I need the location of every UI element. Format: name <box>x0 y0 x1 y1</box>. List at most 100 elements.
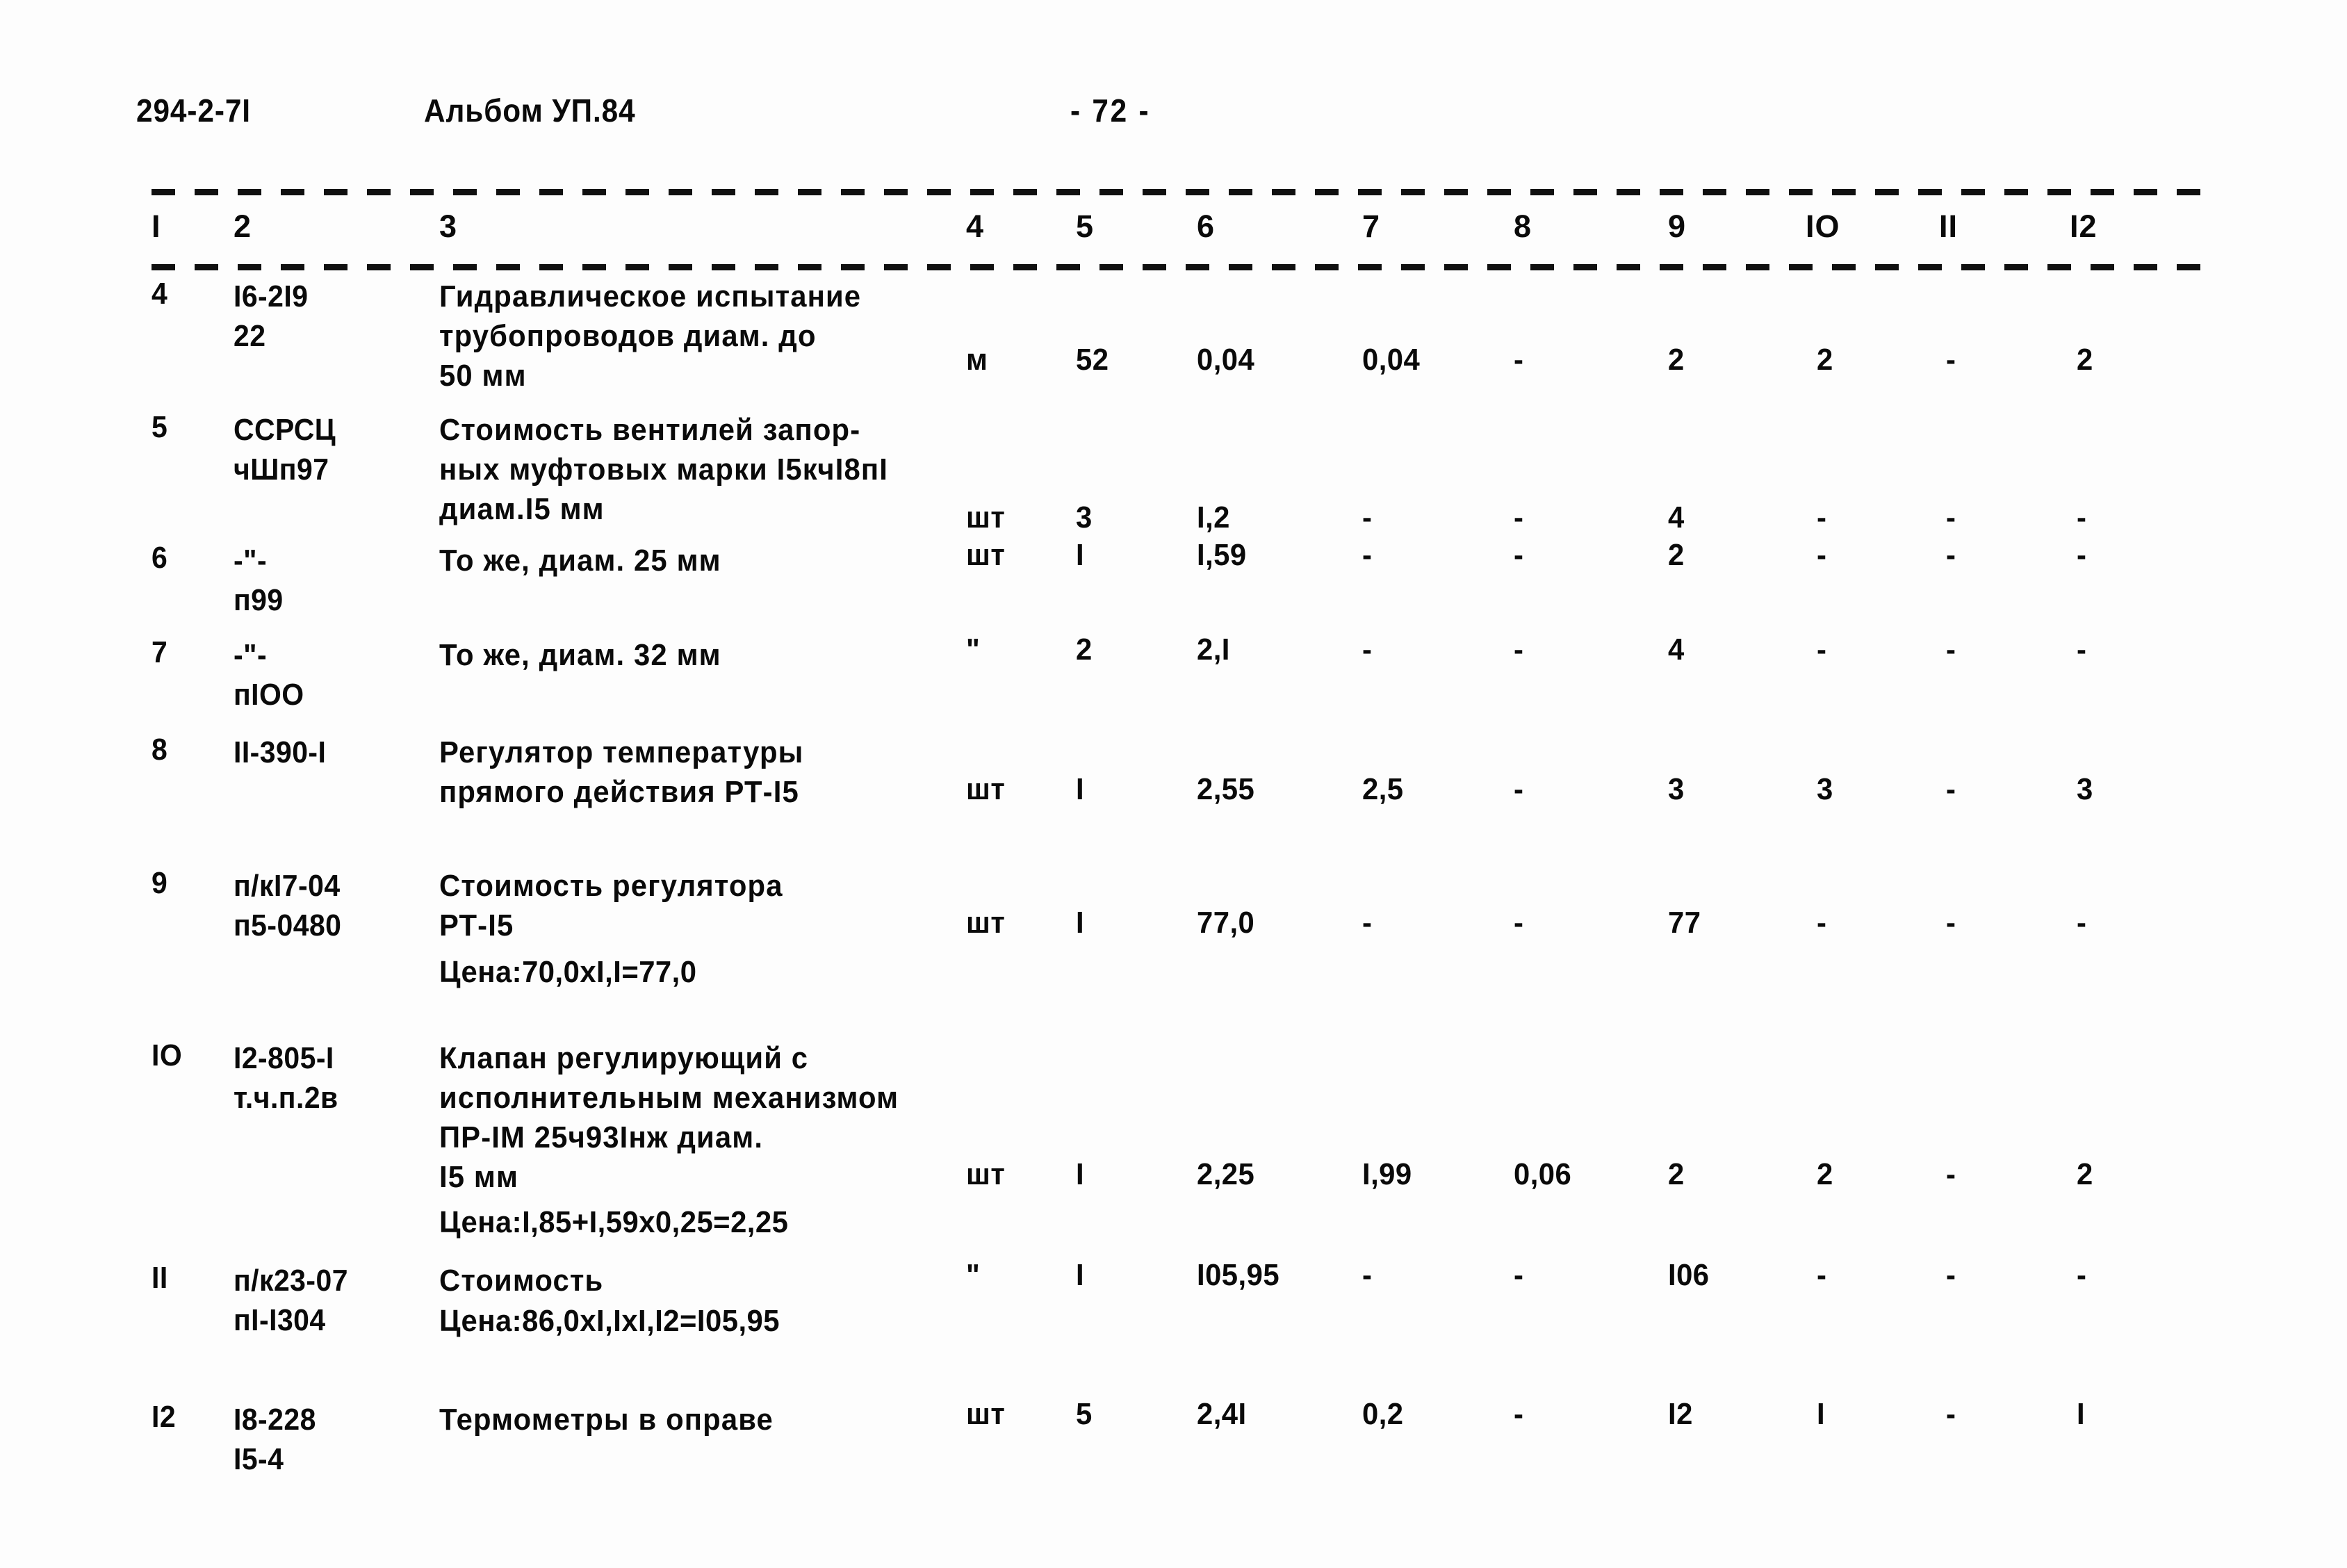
column-header-10: IO <box>1806 209 1840 244</box>
row-col10-value: - <box>1817 632 1827 667</box>
row-col11-value: - <box>1946 1157 1956 1191</box>
row-description: То же, диам. 32 мм <box>439 638 721 672</box>
document-code: 294-2-7I <box>136 92 251 129</box>
row-col11-value: - <box>1946 1397 1956 1431</box>
row-col9-value: 2 <box>1668 538 1685 572</box>
row-cost-salary: - <box>1514 1397 1524 1431</box>
row-description: Стоимость регулятора РТ-I5 <box>439 869 783 942</box>
row-cost-total: 2,25 <box>1197 1157 1255 1191</box>
row-quantity: I <box>1076 906 1085 940</box>
table-rule-bottom <box>152 264 2220 270</box>
row-cost-total: 2,4I <box>1197 1397 1247 1431</box>
row-norm-code: I6-2I9 22 <box>234 279 309 353</box>
row-cost-salary: 0,06 <box>1514 1157 1572 1191</box>
row-col11-value: - <box>1946 1258 1956 1292</box>
row-unit: шт <box>966 538 1006 572</box>
row-item-number: 9 <box>152 866 168 900</box>
page-number-marker: - 72 - <box>1070 92 1151 129</box>
column-header-8: 8 <box>1514 209 1532 244</box>
row-col11-value: - <box>1946 538 1956 572</box>
row-cost-equipment: 2,5 <box>1362 772 1404 806</box>
row-cost-total: 2,I <box>1197 632 1230 667</box>
table-row: IO I2-805-I т.ч.п.2в Клапан регулирующий с… <box>0 1038 2347 1261</box>
table-row: II п/к23-07 пI-I304 Стоимость Цена:86,0хI,I… <box>0 1258 2347 1400</box>
row-norm-code: ССРСЦ чШп97 <box>234 413 336 487</box>
row-unit: шт <box>966 500 1006 534</box>
row-cost-total: 2,55 <box>1197 772 1255 806</box>
column-header-9: 9 <box>1668 209 1687 244</box>
row-unit: " <box>966 1258 981 1292</box>
row-col10-value: 2 <box>1817 343 1833 377</box>
row-unit: шт <box>966 1157 1006 1191</box>
row-cost-salary: - <box>1514 1258 1524 1292</box>
row-cost-equipment: - <box>1362 1258 1373 1292</box>
row-col10-value: 2 <box>1817 1157 1833 1191</box>
column-header-6: 6 <box>1197 209 1216 244</box>
row-unit: " <box>966 632 981 667</box>
row-col12-value: I <box>2077 1397 2086 1431</box>
row-unit: шт <box>966 1397 1006 1431</box>
row-quantity: I <box>1076 1157 1085 1191</box>
table-row: I2 I8-228 I5-4 Термометры в оправе шт 5 2,4I 0… <box>0 1397 2347 1504</box>
table-row: 5 ССРСЦ чШп97 Стоимость вентилей запор- ны… <box>0 410 2347 541</box>
row-col12-value: - <box>2077 632 2087 667</box>
row-col12-value: 3 <box>2077 772 2093 806</box>
row-cost-total: I,59 <box>1197 538 1247 572</box>
row-description: Гидравлическое испытание трубопроводов д… <box>439 279 862 393</box>
row-cost-equipment: - <box>1362 538 1373 572</box>
row-norm-code: п/к23-07 пI-I304 <box>234 1264 348 1337</box>
row-description: Термометры в оправе <box>439 1403 774 1437</box>
row-norm-code: -"- пIOO <box>234 638 304 712</box>
row-cost-total: 0,04 <box>1197 343 1255 377</box>
row-col9-value: 2 <box>1668 1157 1685 1191</box>
table-row: 9 п/кI7-04 п5-0480 Стоимость регулятора РТ… <box>0 866 2347 1038</box>
column-header-7: 7 <box>1362 209 1381 244</box>
row-norm-code: II-390-I <box>234 735 327 769</box>
row-cost-salary: - <box>1514 906 1524 940</box>
row-col9-value: 77 <box>1668 906 1701 940</box>
row-item-number: IO <box>152 1038 183 1072</box>
row-price-note: Цена:I,85+I,59х0,25=2,25 <box>439 1205 789 1239</box>
row-item-number: 6 <box>152 541 168 575</box>
row-col11-value: - <box>1946 906 1956 940</box>
row-quantity: 5 <box>1076 1397 1093 1431</box>
row-description: Стоимость <box>439 1264 604 1298</box>
row-cost-equipment: 0,04 <box>1362 343 1421 377</box>
row-col12-value: - <box>2077 500 2087 534</box>
row-norm-code: -"- п99 <box>234 544 284 617</box>
row-item-number: 4 <box>152 277 168 311</box>
row-norm-code: I8-228 I5-4 <box>234 1403 316 1476</box>
document-page: 294-2-7I Альбом УП.84 - 72 - I 2 3 4 5 6 7 8 9 IO… <box>0 0 2347 1568</box>
row-col12-value: - <box>2077 1258 2087 1292</box>
row-col10-value: 3 <box>1817 772 1833 806</box>
row-item-number: 5 <box>152 410 168 444</box>
column-header-1: I <box>152 209 161 244</box>
row-quantity: I <box>1076 1258 1085 1292</box>
row-cost-total: I05,95 <box>1197 1258 1280 1292</box>
row-quantity: I <box>1076 772 1085 806</box>
row-price-note: Цена:70,0хI,I=77,0 <box>439 955 697 989</box>
row-col9-value: I2 <box>1668 1397 1693 1431</box>
column-header-3: 3 <box>439 209 458 244</box>
row-col9-value: 4 <box>1668 632 1685 667</box>
row-description: Регулятор температуры прямого действия Р… <box>439 735 804 809</box>
column-header-11: II <box>1939 209 1958 244</box>
row-unit: шт <box>966 906 1006 940</box>
table-row: 8 II-390-I Регулятор температуры прямого д… <box>0 733 2347 866</box>
row-cost-total: 77,0 <box>1197 906 1255 940</box>
row-item-number: II <box>152 1261 168 1295</box>
table-row: 6 -"- п99 То же, диам. 25 мм шт I I,59 - - 2 - - - <box>0 538 2347 635</box>
table-row: 4 I6-2I9 22 Гидравлическое испытание трубо… <box>0 277 2347 410</box>
row-description: Клапан регулирующий с исполнительным мех… <box>439 1041 899 1194</box>
row-col9-value: 2 <box>1668 343 1685 377</box>
row-cost-salary: - <box>1514 632 1524 667</box>
row-unit: шт <box>966 772 1006 806</box>
row-col12-value: - <box>2077 538 2087 572</box>
row-col10-value: - <box>1817 500 1827 534</box>
row-col10-value: - <box>1817 538 1827 572</box>
row-cost-total: I,2 <box>1197 500 1230 534</box>
row-item-number: 8 <box>152 733 168 767</box>
row-quantity: 3 <box>1076 500 1093 534</box>
row-unit: м <box>966 343 988 377</box>
row-norm-code: I2-805-I т.ч.п.2в <box>234 1041 338 1115</box>
